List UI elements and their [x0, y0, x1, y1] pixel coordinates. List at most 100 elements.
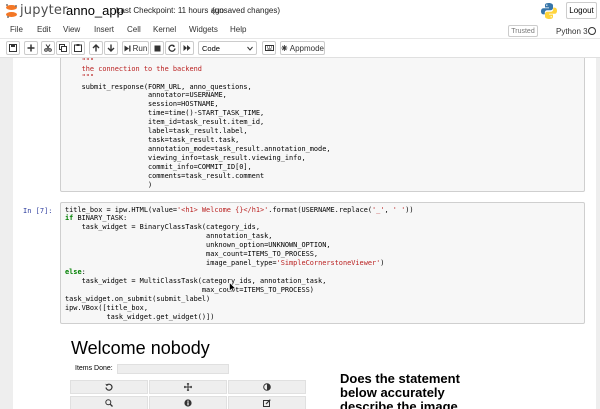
code-line: item_id=task_result.item_id, [65, 118, 265, 126]
code-line: annotation_mode=task_result.annotation_m… [65, 145, 331, 153]
interrupt-button[interactable] [150, 41, 164, 55]
rotate-button[interactable] [70, 380, 148, 394]
insert-cell-button[interactable] [24, 41, 38, 55]
menu-kernel[interactable]: Kernel [153, 25, 176, 35]
code-line: task_widget.get_widget()]) [65, 313, 215, 321]
zoom-button[interactable] [70, 396, 148, 409]
menu-widgets[interactable]: Widgets [189, 25, 218, 35]
notebook-header: jupyter anno_app Last Checkpoint: 11 hou… [0, 0, 600, 22]
menu-view[interactable]: View [63, 25, 80, 35]
logout-button[interactable]: Logout [566, 2, 597, 19]
code-line: the connection to the backend [65, 65, 202, 73]
question-text: Does the statement below accurately desc… [340, 371, 460, 409]
trusted-indicator[interactable]: Trusted [508, 25, 538, 37]
kernel-idle-icon [588, 27, 596, 35]
step-forward-icon [124, 45, 131, 51]
undo-icon [105, 383, 113, 391]
stop-icon [154, 45, 160, 51]
toolbar: Run Code Appmode [0, 39, 600, 58]
code-line: """ [65, 73, 95, 81]
code-line: else: [65, 268, 86, 276]
arrow-up-icon [92, 44, 100, 52]
appmode-icon [281, 45, 288, 51]
code-line: if BINARY_TASK: [65, 214, 128, 222]
chevron-down-icon [247, 46, 253, 51]
info-button[interactable] [149, 396, 227, 409]
items-done-progress [117, 364, 229, 374]
restart-button[interactable] [165, 41, 179, 55]
code-line: task=task_result.task, [65, 136, 240, 144]
appmode-button[interactable]: Appmode [280, 41, 325, 55]
code-line: viewing_info=task_result.viewing_info, [65, 154, 306, 162]
code-cell-2[interactable]: title_box = ipw.HTML(value='<h1> Welcome… [60, 202, 585, 324]
jupyter-logo-text: jupyter [20, 3, 68, 18]
scissors-icon [44, 44, 52, 52]
code-line: task_widget.on_submit(submit_label) [65, 295, 211, 303]
plus-icon [27, 44, 35, 52]
zoom-icon [105, 399, 113, 407]
code-cell-1[interactable]: """ the connection to the backend """ su… [60, 58, 585, 192]
code-line: ipw.VBox([title_box, [65, 304, 148, 312]
checkpoint-status: Last Checkpoint: 11 hours ago [116, 6, 224, 15]
run-label: Run [132, 43, 148, 53]
annotate-button[interactable] [228, 396, 306, 409]
menu-help[interactable]: Help [230, 25, 246, 35]
arrow-down-icon [107, 44, 115, 52]
paste-button[interactable] [71, 41, 85, 55]
code-line: """ [65, 58, 95, 65]
appmode-label: Appmode [289, 43, 324, 53]
menu-edit[interactable]: Edit [37, 25, 51, 35]
code-line: max_count=ITEMS_TO_PROCESS) [65, 286, 314, 294]
arrows-icon [184, 383, 192, 391]
refresh-icon [168, 44, 176, 52]
contrast-button[interactable] [228, 380, 306, 394]
copy-icon [59, 44, 67, 52]
edit-icon [263, 399, 271, 407]
copy-button[interactable] [56, 41, 70, 55]
run-button[interactable]: Run [122, 41, 149, 55]
jupyter-logo-icon [6, 4, 17, 18]
menu-cell[interactable]: Cell [127, 25, 141, 35]
restart-run-all-button[interactable] [180, 41, 194, 55]
command-palette-button[interactable] [262, 41, 276, 55]
move-up-button[interactable] [89, 41, 103, 55]
welcome-heading: Welcome nobody [71, 338, 210, 358]
info-icon [184, 399, 192, 407]
code-line: time=time()-START_TASK_TIME, [65, 109, 265, 117]
notebook-container: """ the connection to the backend """ su… [13, 58, 596, 409]
code-line: annotator=USERNAME, [65, 91, 227, 99]
cell-type-select[interactable]: Code [198, 41, 257, 55]
python-logo-icon [541, 3, 557, 19]
cell-prompt: In [7]: [23, 207, 53, 215]
cut-button[interactable] [41, 41, 55, 55]
code-line: label=task_result.label, [65, 127, 248, 135]
mouse-cursor-icon [229, 282, 236, 293]
keyboard-icon [264, 45, 274, 51]
code-line: annotation_task, [65, 232, 273, 240]
save-button[interactable] [6, 41, 20, 55]
fast-forward-icon [183, 45, 191, 51]
menu-insert[interactable]: Insert [94, 25, 114, 35]
code-line: unknown_option=UNKNOWN_OPTION, [65, 241, 331, 249]
kernel-name: Python 3 [556, 27, 588, 36]
save-icon [9, 44, 17, 52]
code-line: comments=task_result.comment [65, 172, 265, 180]
code-line: image_panel_type='SimpleCornerstoneViewe… [65, 259, 385, 267]
paste-icon [74, 44, 82, 52]
code-line: session=HOSTNAME, [65, 100, 219, 108]
move-down-button[interactable] [104, 41, 118, 55]
code-line: task_widget = BinaryClassTask(category_i… [65, 223, 260, 231]
jupyter-logo[interactable]: jupyter [6, 3, 68, 19]
code-line: submit_response(FORM_URL, anno_questions… [65, 83, 252, 91]
code-line: title_box = ipw.HTML(value='<h1> Welcome… [65, 206, 414, 214]
code-line: commit_info=COMMIT_ID[0], [65, 163, 252, 171]
menu-file[interactable]: File [10, 25, 23, 35]
code-line: max_count=ITEMS_TO_PROCESS, [65, 250, 319, 258]
cell-type-value: Code [202, 43, 220, 53]
pan-button[interactable] [149, 380, 227, 394]
code-line: ) [65, 181, 153, 189]
save-status: (unsaved changes) [212, 6, 281, 15]
items-done-label: Items Done: [75, 365, 113, 372]
adjust-icon [263, 383, 271, 391]
code-line: task_widget = MultiClassTask(category_id… [65, 277, 327, 285]
